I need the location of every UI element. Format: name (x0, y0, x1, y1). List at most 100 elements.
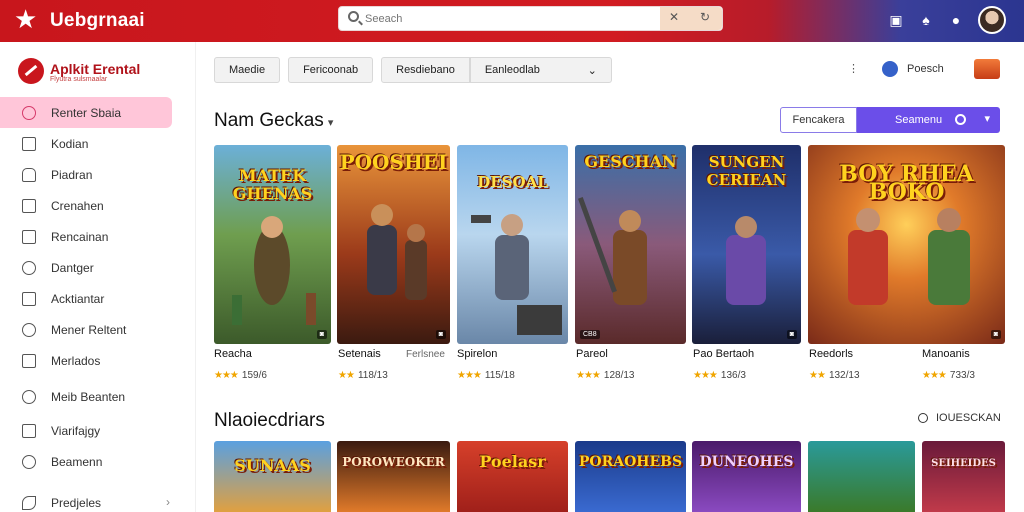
sidebar-item-beamenn[interactable]: Beamenn (0, 446, 196, 477)
game-title[interactable]: Reacha (214, 348, 252, 360)
filter-select-value: Eanleodlab (484, 64, 540, 76)
gift-icon[interactable] (973, 59, 1000, 79)
game-card[interactable]: POROWEOKER (337, 441, 450, 512)
check-icon (22, 423, 36, 438)
platform-badge: ◙ (786, 330, 797, 339)
game-card[interactable]: SUNGEN CERIEAN ◙ (692, 145, 801, 344)
caret-down-icon: ▾ (327, 117, 334, 129)
game-card[interactable]: DESOAL (457, 145, 568, 344)
header-icons: ▣ ♠ ● (888, 4, 1006, 36)
sidebar-item-label: Meib Beanten (51, 389, 126, 404)
section-title[interactable]: Nam Geckas ▾ (214, 110, 333, 132)
game-card[interactable] (808, 441, 915, 512)
top-bar: ★ Uebgrnaai ✕ ↻ ▣ ♠ ● (0, 0, 1024, 42)
chevron-right-icon[interactable]: › (166, 495, 170, 509)
game-card[interactable]: SUNAAS (214, 441, 331, 512)
chevron-down-icon: ⌄ (587, 64, 597, 77)
sidebar-item-viarifajgy[interactable]: Viarifajgy (0, 415, 196, 446)
refresh-icon[interactable]: ↻ (700, 10, 710, 24)
filter-chip[interactable]: Resdiebano (381, 57, 470, 83)
game-art-title: Poelasr (479, 452, 546, 471)
game-card[interactable]: DUNEOHES (692, 441, 801, 512)
game-art (808, 441, 915, 512)
game-title[interactable]: Spirelon (457, 348, 497, 360)
game-rating-value: 128/13 (603, 370, 635, 381)
sidebar-item-acktiantar[interactable]: Acktiantar (0, 283, 196, 314)
view-toggle: Fencakera Seamenu ▾ (780, 107, 1000, 133)
game-card[interactable]: MATEK GHENAS ◙ (214, 145, 331, 344)
sidebar-item-renter-sbaia[interactable]: Renter Sbaia (0, 97, 172, 128)
sidebar: Aplkit Erental Flyutra sulsmaalar Renter… (0, 42, 196, 512)
game-art (337, 441, 450, 512)
sidebar-item-predjeles[interactable]: Predjeles › (0, 487, 196, 512)
search-actions: ✕ ↻ (660, 7, 722, 30)
tools-label[interactable]: Poesch (907, 63, 944, 75)
rating-stars-icon: ★★★ (922, 370, 947, 381)
platform-badge: ◙ (990, 330, 1001, 339)
sidebar-item-crenahen[interactable]: Crenahen (0, 190, 196, 221)
more-icon[interactable]: ⋮ (848, 62, 859, 76)
toggle-right[interactable]: Seamenu ▾ (857, 107, 1000, 133)
chat-icon[interactable]: ● (948, 12, 964, 28)
game-title[interactable]: Setenais (338, 348, 381, 360)
chat-icon (22, 105, 36, 120)
game-rating: ★★ 132/13 (809, 370, 860, 381)
game-rating: ★★★ 159/6 (214, 370, 267, 381)
leaf-icon (22, 495, 36, 510)
filter-select[interactable]: Eanleodlab ⌄ (469, 57, 612, 83)
header-tools: ⋮ Poesch (848, 58, 1000, 80)
sidebar-item-merlados[interactable]: Merlados (0, 345, 196, 376)
game-title[interactable]: Pao Bertaoh (693, 348, 754, 360)
sidebar-item-label: Predjeles (51, 495, 102, 510)
toggle-left[interactable]: Fencakera (780, 107, 857, 133)
game-rating-value: 733/3 (949, 370, 975, 381)
platform-badge: CB8 (580, 330, 600, 339)
game-rating: ★★★ 733/3 (922, 370, 975, 381)
sidebar-item-meib-beanten[interactable]: Meib Beanten (0, 381, 196, 412)
game-card[interactable]: GESCHAN CB8 (575, 145, 686, 344)
sidebar-item-piadran[interactable]: Piadran (0, 159, 196, 190)
game-title[interactable]: Reedorls (809, 348, 853, 360)
profile-circle-icon[interactable] (882, 61, 898, 77)
game-art-title: POOSHEI (339, 150, 448, 174)
section-search[interactable]: IOUESCKAN (918, 412, 1001, 424)
rating-stars-icon: ★★★ (457, 370, 482, 381)
game-subtitle[interactable]: Manoanis (922, 348, 970, 360)
filter-chip[interactable]: Fericoonab (288, 57, 374, 83)
search-icon (918, 413, 928, 423)
game-rating-value: 136/3 (720, 370, 746, 381)
search-input[interactable] (365, 10, 665, 28)
sidebar-nav: Renter Sbaia Kodian Piadran Crenahen Ren… (0, 97, 196, 512)
grid-icon (22, 353, 36, 368)
section-title[interactable]: Nlaoiecdriars (214, 410, 325, 432)
game-card[interactable]: POOSHEI ◙ (337, 145, 450, 344)
bookmark-icon[interactable]: ▣ (888, 12, 904, 29)
sidebar-item-rencainan[interactable]: Rencainan (0, 221, 196, 252)
star-logo-icon[interactable]: ★ (14, 6, 37, 32)
clear-icon[interactable]: ✕ (669, 10, 679, 24)
platform-badge: ◙ (435, 330, 446, 339)
game-rating-value: 118/13 (357, 370, 388, 381)
game-card[interactable]: PORAOHEBS (575, 441, 686, 512)
game-title[interactable]: Pareol (576, 348, 608, 360)
clock-icon (22, 454, 36, 469)
bell-icon[interactable]: ♠ (918, 12, 934, 28)
app-brand[interactable]: Uebgrnaai (50, 10, 145, 32)
game-card[interactable]: Poelasr (457, 441, 568, 512)
sidebar-item-kodian[interactable]: Kodian (0, 128, 196, 159)
game-rating: ★★★ 128/13 (576, 370, 635, 381)
sidebar-brand[interactable]: Aplkit Erental (50, 61, 140, 77)
filter-chip[interactable]: Maedie (214, 57, 281, 83)
avatar[interactable] (978, 6, 1006, 34)
game-subtitle: Ferlsnee (406, 349, 445, 360)
game-card[interactable]: BOY RHEA BOKO ◙ (808, 145, 1005, 344)
sidebar-item-dantger[interactable]: Dantger (0, 252, 196, 283)
sidebar-item-mener-reltent[interactable]: Mener Reltent (0, 314, 196, 345)
hero-figure (578, 196, 647, 305)
brand-logo-icon[interactable] (18, 58, 44, 84)
list-icon (22, 229, 36, 244)
game-art-title: SUNGEN CERIEAN (706, 153, 787, 189)
game-rating-value: 115/18 (484, 370, 515, 381)
platform-badge: ◙ (316, 330, 327, 339)
game-card[interactable]: SEIHEIDES (922, 441, 1005, 512)
